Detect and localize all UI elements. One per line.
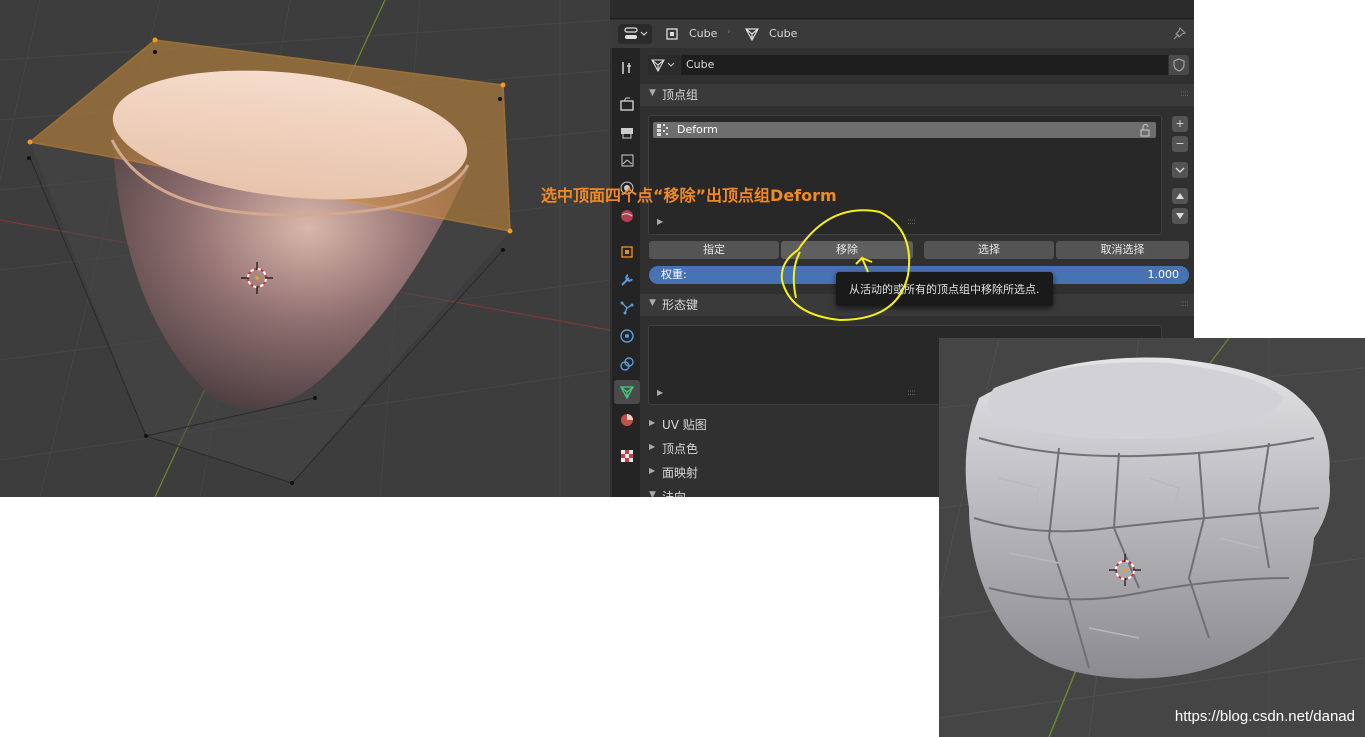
expand-down-icon: ▼ — [649, 298, 656, 308]
unlock-icon[interactable] — [1138, 123, 1152, 137]
tab-texture[interactable] — [614, 444, 640, 468]
list-filter-toggle-icon[interactable]: ▶ — [657, 388, 663, 397]
watermark-text: https://blog.csdn.net/danad — [1174, 708, 1355, 725]
expand-right-icon: ▶ — [649, 442, 656, 451]
particles-icon — [620, 301, 634, 315]
tab-view-layer[interactable] — [614, 148, 640, 172]
normals-title: 法向 — [662, 490, 687, 497]
mesh-name-field[interactable]: Cube — [681, 55, 1168, 75]
object-tab-icon — [621, 246, 633, 258]
pin-icon[interactable] — [1171, 26, 1187, 42]
breadcrumb-mesh-name: Cube — [769, 27, 798, 40]
shield-icon — [1173, 58, 1185, 72]
constraints-icon — [620, 357, 634, 371]
mesh-browse-button[interactable] — [648, 55, 680, 75]
uv-maps-title: UV 贴图 — [662, 418, 707, 432]
mesh-browse-icon — [651, 59, 675, 73]
tab-output[interactable] — [614, 120, 640, 144]
viewport-left[interactable] — [0, 0, 610, 497]
mesh-data-icon — [744, 28, 760, 42]
tab-object[interactable] — [614, 240, 640, 264]
fake-user-button[interactable] — [1169, 55, 1189, 75]
move-down-button[interactable] — [1172, 208, 1188, 224]
viewport-right[interactable]: https://blog.csdn.net/danad — [939, 338, 1365, 737]
object-icon — [666, 28, 678, 40]
vertex-groups-header[interactable]: ▼ 顶点组 :::: — [640, 84, 1194, 106]
tool-icon — [622, 62, 631, 74]
expand-right-icon: ▶ — [649, 466, 656, 475]
vertex-group-icon — [657, 124, 668, 136]
render-icon — [620, 97, 634, 111]
material-icon — [621, 414, 633, 426]
viewport-left-scene — [0, 0, 610, 497]
weight-value: 1.000 — [1147, 268, 1180, 281]
remove-vertex-group-button[interactable]: − — [1172, 136, 1188, 152]
view-layer-icon — [621, 154, 634, 167]
annotation-text: 选中顶面四个点“移除”出顶点组Deform — [541, 186, 837, 205]
output-icon — [621, 128, 633, 139]
mesh-name-value: Cube — [686, 58, 715, 71]
data-icon — [619, 386, 635, 400]
drag-handle-icon[interactable]: :::: — [1180, 89, 1189, 99]
vertex-group-specials-button[interactable] — [1172, 162, 1188, 178]
tab-render[interactable] — [614, 92, 640, 116]
tab-data[interactable] — [614, 380, 640, 404]
breadcrumb-separator: › — [727, 27, 731, 37]
arrow-up-icon — [1176, 193, 1184, 199]
physics-icon — [620, 329, 634, 343]
tab-tool[interactable] — [614, 56, 640, 80]
arrow-down-icon — [1176, 213, 1184, 219]
breadcrumb-object-name: Cube — [689, 27, 718, 40]
editor-type-button[interactable] — [618, 24, 652, 44]
world-icon — [621, 210, 633, 222]
tab-world[interactable] — [614, 204, 640, 228]
shape-keys-title: 形态键 — [662, 298, 699, 312]
face-maps-title: 面映射 — [662, 466, 699, 480]
properties-tabs — [612, 48, 640, 497]
properties-header: Cube › Cube — [610, 20, 1194, 48]
viewport-right-scene — [939, 338, 1365, 737]
expand-down-icon: ▼ — [649, 88, 656, 98]
expand-right-icon: ▶ — [649, 418, 656, 427]
drag-handle-icon[interactable]: :::: — [1180, 299, 1189, 309]
top-strip — [610, 0, 1194, 19]
vertex-groups-title: 顶点组 — [662, 88, 699, 102]
list-resize-handle-icon[interactable]: :::: — [907, 388, 916, 398]
vertex-colors-title: 顶点色 — [662, 442, 699, 456]
expand-down-icon: ▼ — [649, 490, 656, 497]
move-up-button[interactable] — [1172, 188, 1188, 204]
texture-icon — [621, 450, 633, 462]
tab-particles[interactable] — [614, 296, 640, 320]
modifier-icon — [621, 274, 633, 286]
weight-label: 权重: — [661, 268, 687, 281]
properties-icon — [624, 27, 648, 39]
vertex-group-name: Deform — [677, 123, 718, 136]
add-vertex-group-button[interactable]: + — [1172, 116, 1188, 132]
list-item[interactable]: Deform — [653, 122, 1156, 138]
select-button[interactable]: 选择 — [924, 241, 1054, 259]
tab-material[interactable] — [614, 408, 640, 432]
chevron-down-icon — [1175, 167, 1185, 173]
tab-modifier[interactable] — [614, 268, 640, 292]
tab-constraints[interactable] — [614, 352, 640, 376]
tab-physics[interactable] — [614, 324, 640, 348]
highlight-circle — [780, 209, 911, 322]
list-filter-toggle-icon[interactable]: ▶ — [657, 217, 663, 226]
deselect-button[interactable]: 取消选择 — [1056, 241, 1189, 259]
